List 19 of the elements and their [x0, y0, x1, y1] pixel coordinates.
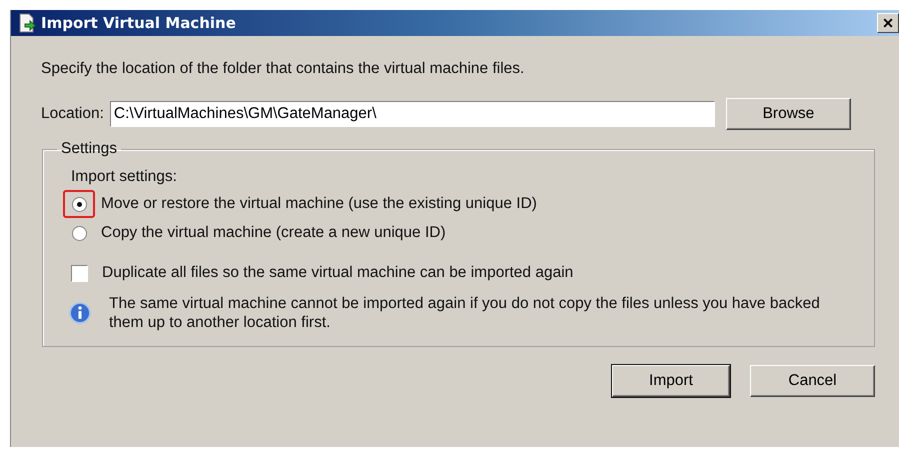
location-field[interactable]: C:\VirtualMachines\GM\GateManager\ — [110, 101, 715, 127]
info-text: The same virtual machine cannot be imported again if you do not copy the files unless you have backed them up to another location first. — [109, 294, 821, 332]
dialog-button[interactable]: Import — [612, 365, 730, 397]
section-label: Import settings: — [71, 168, 178, 186]
option-label[interactable]: Move or restore the virtual machine (use the existing unique ID) — [101, 195, 537, 213]
window-title: Import Virtual Machine — [41, 14, 236, 32]
option-label[interactable]: Copy the virtual machine (create a new unique ID) — [101, 224, 446, 242]
info-icon — [69, 302, 91, 324]
checkbox[interactable] — [71, 264, 88, 282]
dialog-button[interactable]: Cancel — [750, 365, 875, 397]
close-button[interactable]: × — [877, 13, 899, 33]
instruction-text: Specify the location of the folder that contains the virtual machine files. — [41, 60, 526, 78]
location-label: Location: — [41, 105, 104, 123]
checkbox-label[interactable]: Duplicate all files so the same virtual machine can be imported again — [102, 264, 574, 282]
document-arrow-icon — [17, 13, 37, 33]
group-title: Settings — [60, 140, 118, 158]
browse-button[interactable]: Browse — [726, 98, 851, 130]
radio-button[interactable] — [72, 226, 86, 240]
radio-button[interactable] — [72, 196, 86, 212]
